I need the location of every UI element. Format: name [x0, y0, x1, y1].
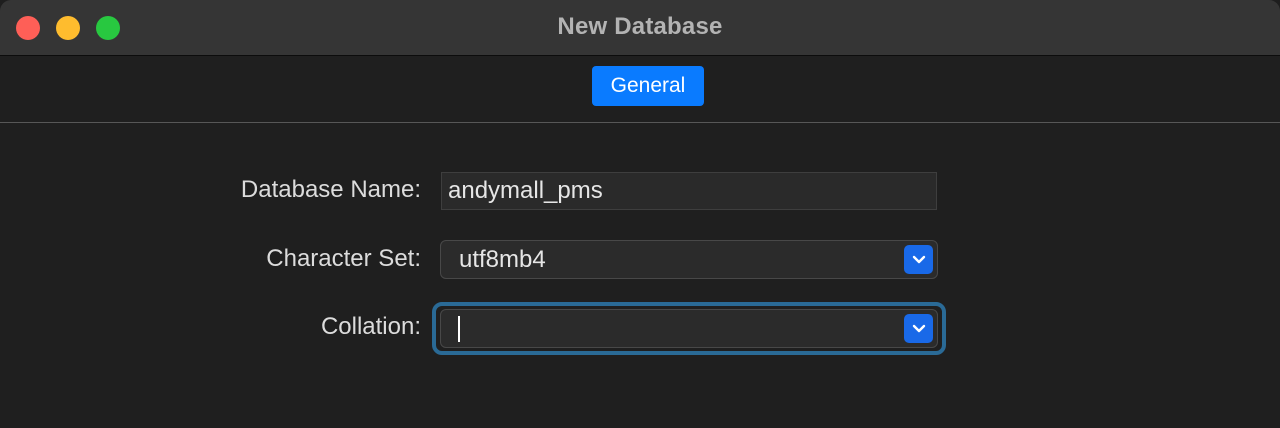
character-set-label: Character Set:	[266, 245, 421, 272]
collation-label: Collation:	[320, 313, 421, 340]
database-name-field[interactable]: andymall_pms	[441, 172, 937, 210]
window-title: New Database	[557, 13, 723, 40]
collation-combobox[interactable]	[440, 309, 938, 348]
chevron-up-down-icon[interactable]	[904, 245, 933, 274]
chevron-up-down-icon[interactable]	[904, 314, 933, 343]
new-database-window: New Database General Database Name: andy…	[0, 0, 1280, 428]
tab-general[interactable]: General	[592, 66, 704, 106]
character-set-value: utf8mb4	[459, 246, 546, 273]
character-set-select[interactable]: utf8mb4	[440, 240, 938, 279]
tab-bar: General	[0, 56, 1280, 123]
text-cursor	[458, 316, 460, 342]
database-name-label: Database Name:	[240, 176, 421, 203]
title-bar: New Database	[0, 0, 1280, 56]
